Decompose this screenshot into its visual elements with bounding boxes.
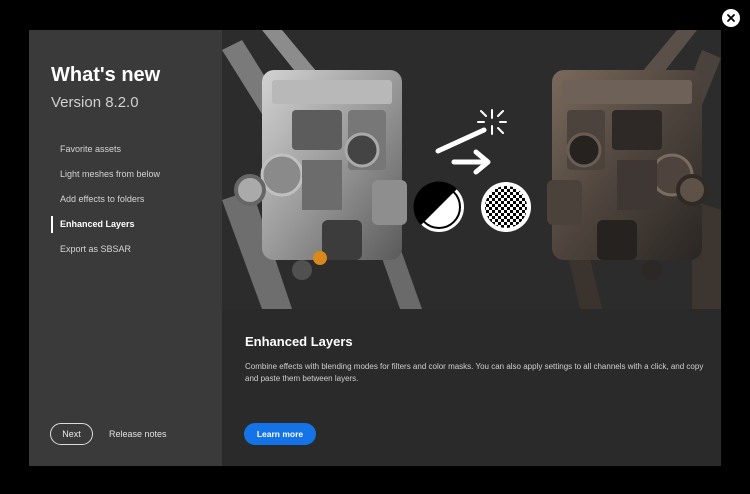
- whats-new-dialog: What's new Version 8.2.0 Favorite assets…: [29, 30, 721, 466]
- close-icon: [727, 14, 735, 22]
- checkerboard-circle-icon: [481, 182, 531, 232]
- version-label: Version 8.2.0: [51, 94, 139, 111]
- nav-item-export-sbsar[interactable]: Export as SBSAR: [51, 237, 221, 262]
- hero-image: [222, 30, 721, 309]
- learn-more-button[interactable]: Learn more: [244, 423, 316, 445]
- dialog-title: What's new: [51, 64, 161, 86]
- feature-title: Enhanced Layers: [245, 334, 353, 349]
- nav-item-label: Add effects to folders: [60, 194, 145, 204]
- feature-description: Combine effects with blending modes for …: [245, 362, 704, 383]
- next-button[interactable]: Next: [50, 423, 93, 445]
- close-button[interactable]: [722, 9, 740, 27]
- nav-item-light-meshes[interactable]: Light meshes from below: [51, 162, 221, 187]
- nav-item-label: Favorite assets: [60, 144, 122, 154]
- sidebar: What's new Version 8.2.0 Favorite assets…: [29, 30, 222, 466]
- nav-item-label: Light meshes from below: [60, 169, 161, 179]
- feature-nav: Favorite assets Light meshes from below …: [51, 137, 221, 262]
- nav-item-label: Export as SBSAR: [60, 244, 132, 254]
- nav-item-favorite-assets[interactable]: Favorite assets: [51, 137, 221, 162]
- contrast-circle-icon: [413, 181, 464, 232]
- nav-item-add-effects[interactable]: Add effects to folders: [51, 187, 221, 212]
- release-notes-link[interactable]: Release notes: [109, 429, 167, 439]
- nav-item-enhanced-layers[interactable]: Enhanced Layers: [51, 212, 221, 237]
- nav-item-label: Enhanced Layers: [60, 219, 135, 229]
